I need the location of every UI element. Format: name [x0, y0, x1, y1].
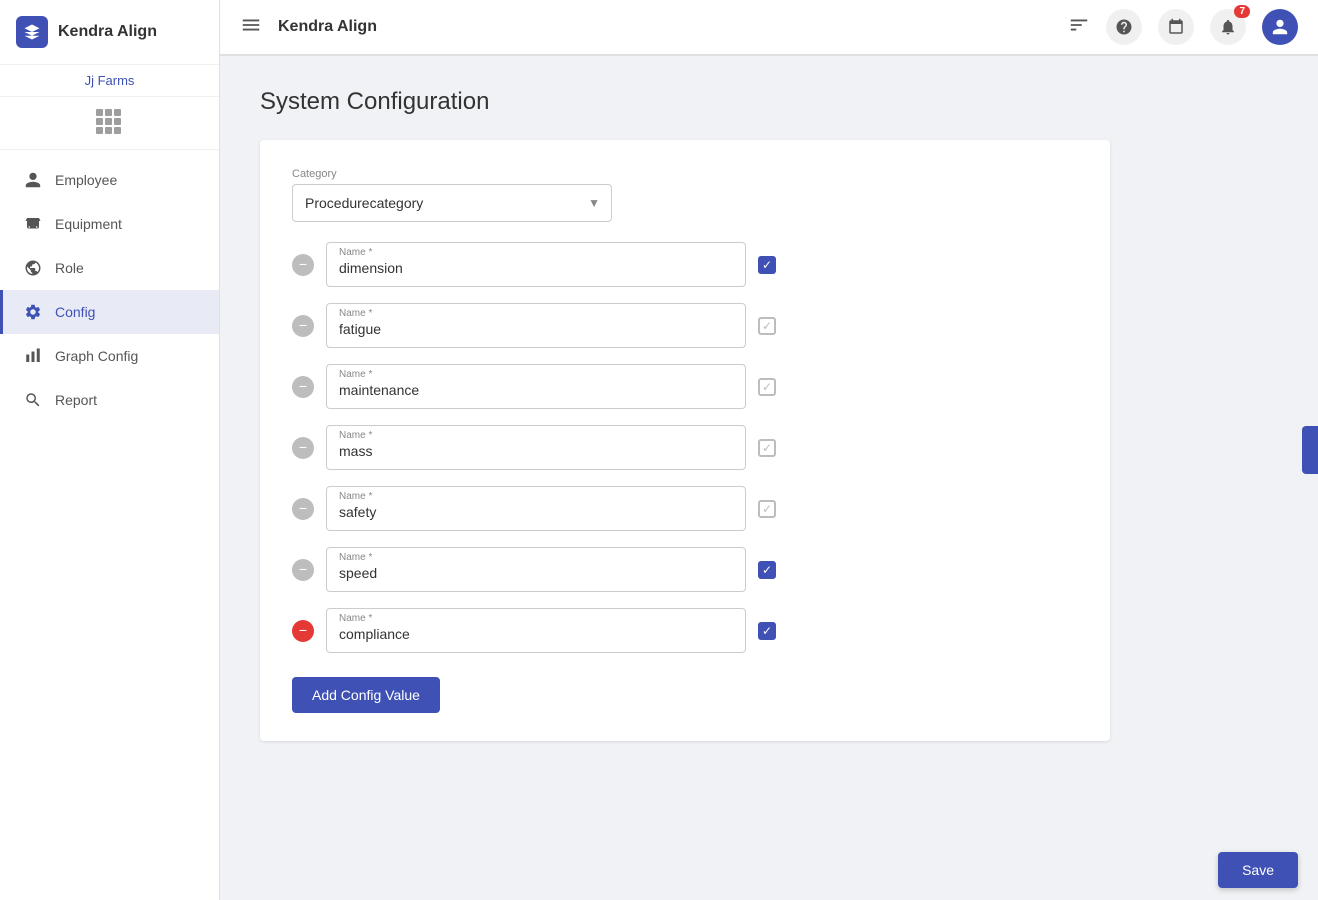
- category-select-wrapper: Procedurecategory ▼: [292, 184, 612, 222]
- name-field-wrapper: Name *: [326, 608, 746, 653]
- settings-icon: [23, 302, 43, 322]
- remove-row-button[interactable]: −: [292, 498, 314, 520]
- app-name: Kendra Align: [58, 23, 157, 41]
- sidebar: Kendra Align Jj Farms Employee Equipment: [0, 0, 220, 900]
- grid-icon: [96, 109, 124, 137]
- active-checkbox[interactable]: [758, 561, 776, 579]
- name-field-label: Name *: [339, 613, 733, 624]
- add-config-button[interactable]: Add Config Value: [292, 677, 440, 713]
- name-field-wrapper: Name *: [326, 303, 746, 348]
- equipment-icon: [23, 214, 43, 234]
- remove-row-button[interactable]: −: [292, 376, 314, 398]
- name-field-label: Name *: [339, 308, 733, 319]
- topbar-title: Kendra Align: [278, 18, 1052, 36]
- name-field-input[interactable]: [339, 443, 733, 459]
- sidebar-item-report[interactable]: Report: [0, 378, 219, 422]
- right-edge-handle[interactable]: [1302, 426, 1318, 474]
- category-select[interactable]: Procedurecategory: [292, 184, 612, 222]
- name-field-label: Name *: [339, 430, 733, 441]
- sidebar-item-label: Config: [55, 304, 95, 320]
- sidebar-item-label: Equipment: [55, 216, 122, 232]
- sidebar-item-label: Graph Config: [55, 348, 138, 364]
- name-field-label: Name *: [339, 247, 733, 258]
- sidebar-item-label: Role: [55, 260, 84, 276]
- save-bar: Save: [1198, 840, 1318, 900]
- notification-badge: 7: [1234, 5, 1250, 18]
- config-row: − Name *: [292, 608, 1078, 653]
- config-row: − Name *: [292, 486, 1078, 531]
- search-icon: [23, 390, 43, 410]
- apps-grid-button[interactable]: [0, 97, 219, 150]
- remove-row-button[interactable]: −: [292, 559, 314, 581]
- config-row: − Name *: [292, 364, 1078, 409]
- name-field-wrapper: Name *: [326, 242, 746, 287]
- active-checkbox[interactable]: [758, 500, 776, 518]
- name-field-label: Name *: [339, 552, 733, 563]
- remove-row-button[interactable]: −: [292, 620, 314, 642]
- category-field-group: Category Procedurecategory ▼: [292, 168, 1078, 222]
- calendar-button[interactable]: [1158, 9, 1194, 45]
- name-field-input[interactable]: [339, 504, 733, 520]
- name-field-wrapper: Name *: [326, 364, 746, 409]
- main-container: Kendra Align 7 System Configuration: [220, 0, 1318, 900]
- sidebar-item-equipment[interactable]: Equipment: [0, 202, 219, 246]
- save-button[interactable]: Save: [1218, 852, 1298, 888]
- name-field-wrapper: Name *: [326, 425, 746, 470]
- name-field-input[interactable]: [339, 321, 733, 337]
- config-card: Category Procedurecategory ▼ − Name * −: [260, 140, 1110, 741]
- menu-icon[interactable]: [240, 14, 262, 41]
- content-area: System Configuration Category Procedurec…: [220, 56, 1318, 900]
- page-title: System Configuration: [260, 88, 1278, 116]
- active-checkbox[interactable]: [758, 439, 776, 457]
- filter-icon[interactable]: [1068, 14, 1090, 41]
- config-rows-list: − Name * − Name * − Name * − Name *: [292, 242, 1078, 653]
- sidebar-header: Kendra Align: [0, 0, 219, 65]
- name-field-input[interactable]: [339, 382, 733, 398]
- active-checkbox[interactable]: [758, 256, 776, 274]
- name-field-wrapper: Name *: [326, 547, 746, 592]
- notifications-button[interactable]: 7: [1210, 9, 1246, 45]
- name-field-input[interactable]: [339, 260, 733, 276]
- topbar-actions: 7: [1106, 9, 1298, 45]
- name-field-label: Name *: [339, 491, 733, 502]
- category-label: Category: [292, 168, 1078, 180]
- active-checkbox[interactable]: [758, 378, 776, 396]
- active-checkbox[interactable]: [758, 317, 776, 335]
- active-checkbox[interactable]: [758, 622, 776, 640]
- nav-menu: Employee Equipment Role Config: [0, 150, 219, 900]
- name-field-wrapper: Name *: [326, 486, 746, 531]
- name-field-label: Name *: [339, 369, 733, 380]
- config-row: − Name *: [292, 303, 1078, 348]
- topbar: Kendra Align 7: [220, 0, 1318, 56]
- name-field-input[interactable]: [339, 626, 733, 642]
- name-field-input[interactable]: [339, 565, 733, 581]
- org-name: Jj Farms: [0, 65, 219, 97]
- sidebar-item-role[interactable]: Role: [0, 246, 219, 290]
- remove-row-button[interactable]: −: [292, 315, 314, 337]
- config-row: − Name *: [292, 425, 1078, 470]
- sidebar-item-config[interactable]: Config: [0, 290, 219, 334]
- user-avatar-button[interactable]: [1262, 9, 1298, 45]
- sidebar-item-label: Report: [55, 392, 97, 408]
- help-button[interactable]: [1106, 9, 1142, 45]
- app-logo: [16, 16, 48, 48]
- graph-icon: [23, 346, 43, 366]
- remove-row-button[interactable]: −: [292, 437, 314, 459]
- sidebar-item-label: Employee: [55, 172, 117, 188]
- sidebar-item-employee[interactable]: Employee: [0, 158, 219, 202]
- globe-icon: [23, 258, 43, 278]
- config-row: − Name *: [292, 547, 1078, 592]
- sidebar-item-graph-config[interactable]: Graph Config: [0, 334, 219, 378]
- remove-row-button[interactable]: −: [292, 254, 314, 276]
- config-row: − Name *: [292, 242, 1078, 287]
- person-icon: [23, 170, 43, 190]
